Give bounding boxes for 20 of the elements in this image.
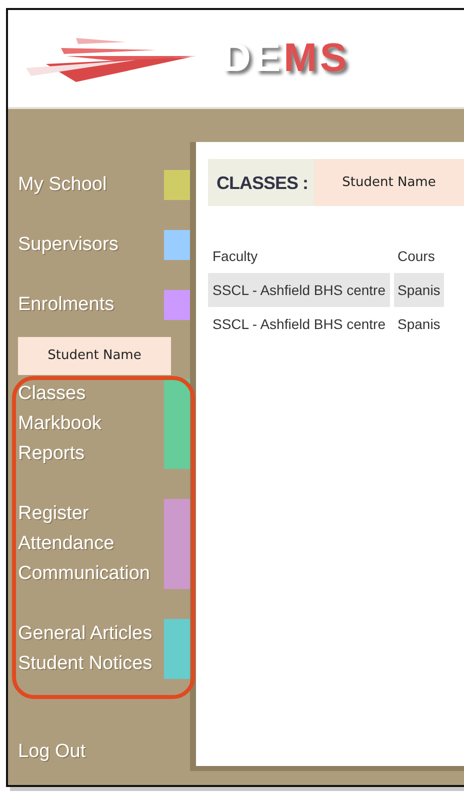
menu-item[interactable]: Enrolments — [18, 290, 164, 320]
student-name-field[interactable]: Student Name — [18, 337, 171, 375]
menu-item[interactable]: Classes — [18, 379, 164, 409]
column-header: Cours — [396, 247, 436, 266]
menu-item[interactable]: Attendance — [18, 529, 164, 559]
menu-item[interactable]: Reports — [18, 439, 164, 469]
menu-item[interactable]: My School — [18, 170, 164, 200]
menu-item[interactable]: Markbook — [18, 409, 164, 439]
menu-item[interactable]: Supervisors — [18, 230, 164, 260]
menu-item[interactable]: Communication — [18, 559, 164, 589]
column-header: Faculty — [211, 247, 259, 266]
student-name-field[interactable]: Student Name — [314, 159, 464, 206]
menu-item[interactable]: Register — [18, 499, 164, 529]
page-title: CLASSES : — [215, 172, 309, 194]
logo-text: DEMS — [222, 36, 350, 81]
menu-item[interactable]: Student Notices — [18, 649, 164, 679]
menu-item[interactable]: General Articles — [18, 619, 164, 649]
table-cell[interactable]: SSCL - Ashfield BHS centre — [208, 273, 390, 307]
logout-link[interactable]: Log Out — [18, 737, 190, 767]
table-cell[interactable]: Spanis — [394, 273, 444, 307]
